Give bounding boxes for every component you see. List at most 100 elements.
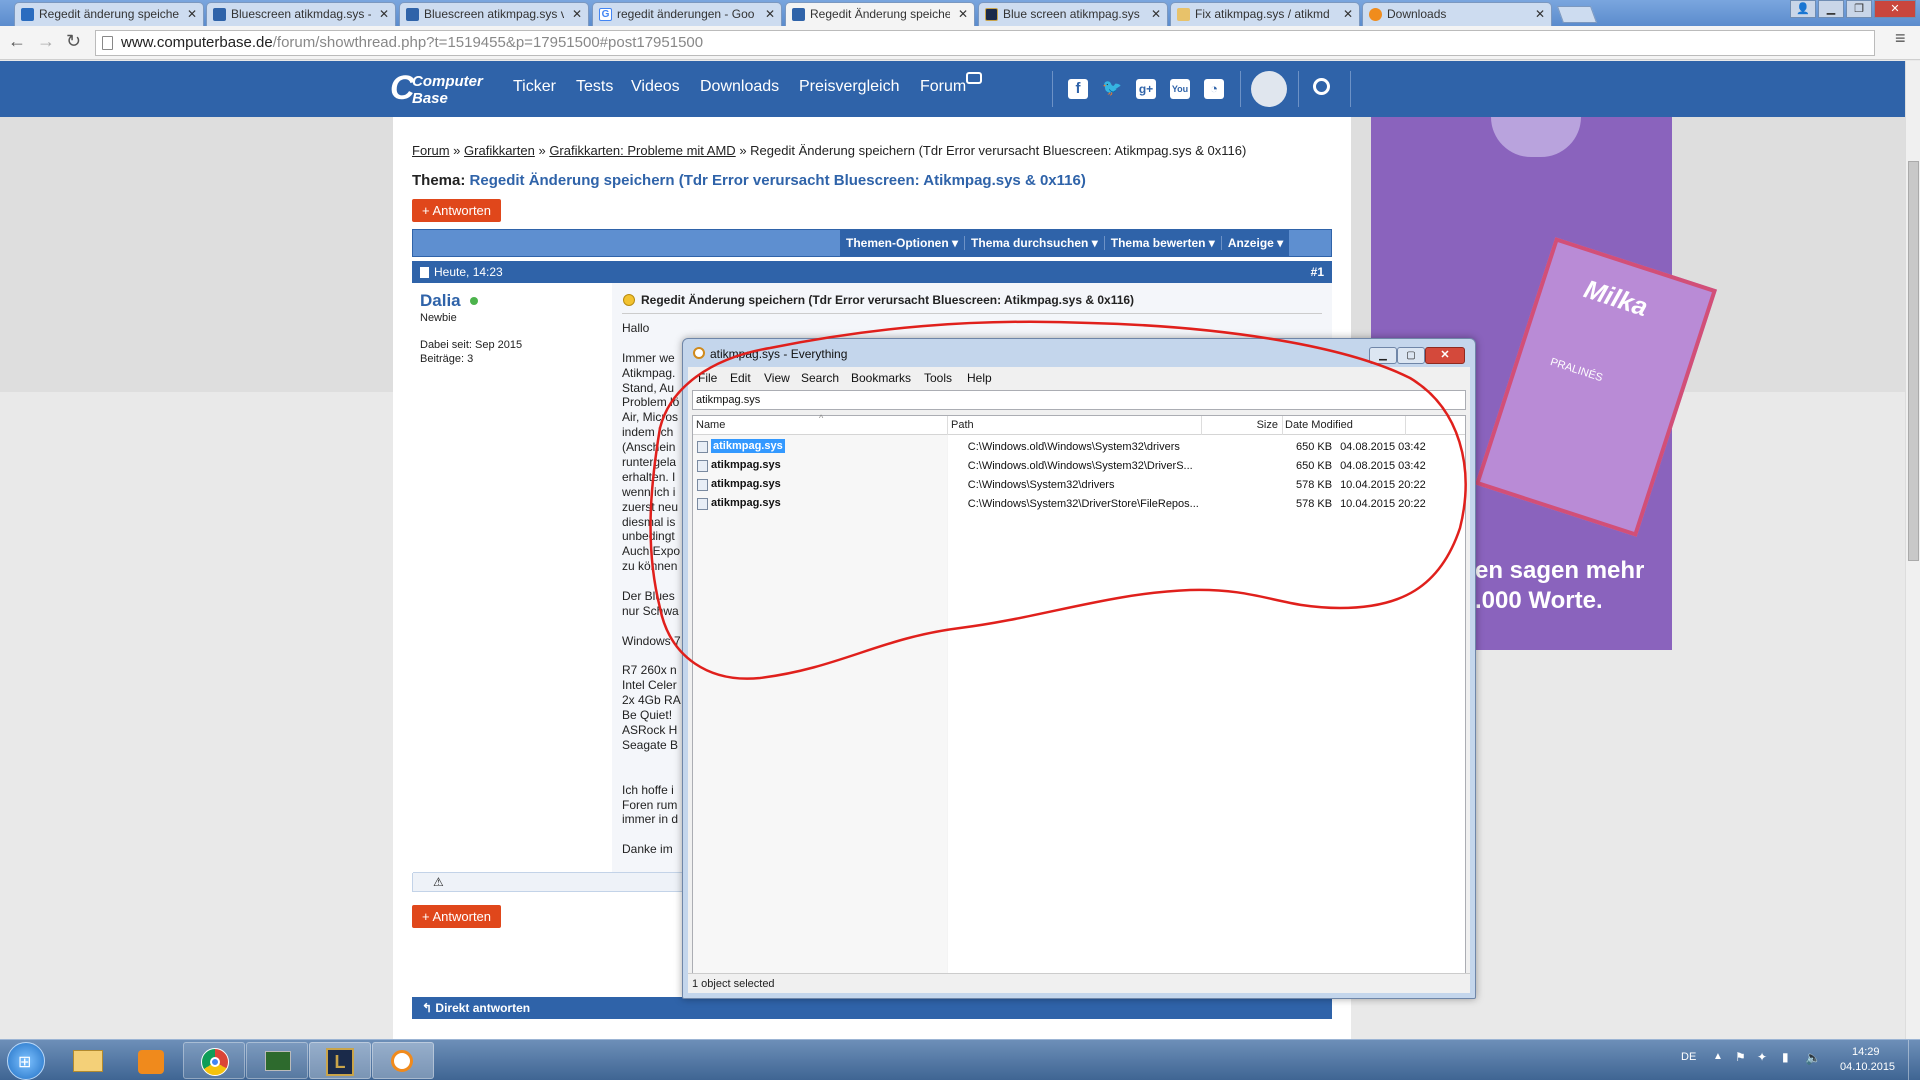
language-indicator[interactable]: DE (1681, 1051, 1696, 1063)
site-header: C Computer Base Ticker Tests Videos Down… (0, 61, 1905, 117)
tab-favicon-icon (21, 8, 34, 21)
network-icon[interactable]: ▮ (1782, 1050, 1789, 1064)
thread-search-menu[interactable]: Thema durchsuchen ▾ (965, 236, 1105, 250)
tab-close-icon[interactable]: ✕ (1151, 3, 1161, 25)
nav-preisvergleich[interactable]: Preisvergleich (799, 78, 899, 96)
start-button[interactable]: ⊞ (7, 1042, 45, 1080)
browser-tab[interactable]: Blue screen atikmpag.sys ✕ (978, 2, 1168, 26)
browser-tab[interactable]: Bluescreen atikmpag.sys v ✕ (399, 2, 589, 26)
taskbar-league[interactable]: L (309, 1042, 371, 1079)
site-logo[interactable]: C Computer Base (390, 68, 500, 112)
minimize-button[interactable]: ▁ (1818, 0, 1844, 18)
user-rank: Newbie (420, 312, 457, 324)
user-icon[interactable]: 👤 (1790, 0, 1816, 18)
browser-tab[interactable]: Regedit änderung speiche ✕ (14, 2, 204, 26)
tab-label: Downloads (1387, 7, 1447, 21)
thread-options-menu[interactable]: Themen-Optionen ▾ (840, 236, 966, 250)
action-center-icon[interactable]: ⚑ (1735, 1050, 1746, 1064)
nav-ticker[interactable]: Ticker (513, 78, 556, 96)
menu-label: Thema bewerten (1110, 236, 1206, 250)
chrome-center-icon (210, 1057, 220, 1067)
avatar-icon[interactable] (1251, 71, 1287, 107)
tab-close-icon[interactable]: ✕ (765, 3, 775, 25)
url-path: /forum/showthread.php?t=1519455&p=179515… (272, 34, 704, 51)
taskbar-everything[interactable] (372, 1042, 434, 1079)
divider (1240, 71, 1241, 107)
thread-toolbar-menu: Themen-Optionen ▾ Thema durchsuchen ▾ Them… (840, 230, 1290, 256)
clock-time[interactable]: 14:29 (1852, 1046, 1880, 1058)
nav-forum[interactable]: Forum (920, 78, 966, 96)
thread-title-text[interactable]: Regedit Änderung speichern (Tdr Error ve… (470, 172, 1086, 189)
show-desktop-button[interactable] (1908, 1040, 1920, 1080)
folder-icon (73, 1050, 103, 1072)
tab-close-icon[interactable]: ✕ (187, 3, 197, 25)
reply-button-bottom[interactable]: + Antworten (412, 905, 502, 928)
divider (1350, 71, 1351, 107)
taskbar-media-player[interactable] (120, 1042, 182, 1079)
post-text-line (622, 827, 681, 842)
menu-icon[interactable]: ≡ (1895, 28, 1906, 49)
post-text-line: Seagate B (622, 737, 679, 752)
taskbar-chrome[interactable] (183, 1042, 245, 1079)
forward-icon[interactable]: → (37, 31, 55, 52)
page-bg-band (1672, 117, 1905, 392)
reload-icon[interactable]: ↻ (66, 31, 81, 52)
googleplus-icon[interactable]: g+ (1136, 79, 1156, 99)
breadcrumb-link[interactable]: Grafikkarten (464, 143, 535, 158)
quick-reply-header[interactable]: ↰ Direkt antworten (412, 997, 1332, 1019)
tray-expand-icon[interactable]: ▲ (1713, 1051, 1723, 1062)
search-icon[interactable] (1313, 78, 1330, 95)
tab-label: Regedit änderung speiche (39, 7, 179, 21)
browser-tab[interactable]: Gregedit änderungen - Goo ✕ (592, 2, 782, 26)
url-input[interactable]: www.computerbase.de/forum/showthread.php… (95, 30, 1875, 56)
breadcrumb-link[interactable]: Forum (412, 143, 450, 158)
reply-arrow-icon: ↰ (422, 1001, 433, 1015)
breadcrumb-link[interactable]: Grafikkarten: Probleme mit AMD (549, 143, 735, 158)
reply-button[interactable]: + Antworten (412, 199, 502, 222)
post-text-line (622, 753, 681, 768)
page-scrollbar[interactable] (1905, 61, 1920, 1039)
red-circle-annotation (649, 320, 1467, 680)
user-posts: Beiträge: 3 (420, 353, 474, 365)
thread-display-menu[interactable]: Anzeige ▾ (1222, 236, 1289, 250)
taskbar-explorer[interactable] (57, 1042, 119, 1079)
close-button[interactable]: ✕ (1874, 0, 1916, 18)
nav-downloads[interactable]: Downloads (700, 78, 779, 96)
thread-rate-menu[interactable]: Thema bewerten ▾ (1104, 236, 1222, 250)
browser-tab-active[interactable]: Regedit Änderung speiche ✕ (785, 2, 975, 26)
browser-tab[interactable]: Downloads ✕ (1362, 2, 1552, 26)
logo-c-icon: C (390, 69, 415, 107)
taskbar-gpu-tool[interactable] (246, 1042, 308, 1079)
tab-close-icon[interactable]: ✕ (572, 3, 582, 25)
scrollbar-thumb[interactable] (1908, 161, 1919, 561)
browser-tab[interactable]: Fix atikmpag.sys / atikmd ✕ (1170, 2, 1360, 26)
tab-close-icon[interactable]: ✕ (1535, 3, 1545, 25)
nav-tests[interactable]: Tests (576, 78, 613, 96)
windows-taskbar: ⊞ L DE ▲ ⚑ ✦ ▮ 🔈 14:29 04.10.2015 (0, 1039, 1920, 1080)
youtube-icon[interactable]: You (1170, 79, 1190, 99)
status-text: 1 object selected (692, 978, 775, 990)
tab-close-icon[interactable]: ✕ (958, 3, 968, 25)
tray-app-icon[interactable]: ✦ (1757, 1050, 1767, 1064)
rss-icon[interactable]: ◔ (1204, 79, 1224, 99)
report-warning-icon[interactable]: ⚠ (433, 875, 444, 889)
username[interactable]: Dalia (420, 291, 461, 311)
monitor-icon (265, 1051, 291, 1071)
tab-close-icon[interactable]: ✕ (1343, 3, 1353, 25)
tab-close-icon[interactable]: ✕ (379, 3, 389, 25)
browser-tab[interactable]: Bluescreen atikmdag.sys - ✕ (206, 2, 396, 26)
divider (1298, 71, 1299, 107)
page-bg-band (0, 117, 393, 392)
twitter-icon[interactable]: 🐦 (1102, 79, 1122, 99)
post-text-line: Danke im (622, 842, 673, 857)
volume-icon[interactable]: 🔈 (1805, 1050, 1821, 1066)
back-icon[interactable]: ← (8, 31, 26, 52)
nav-videos[interactable]: Videos (631, 78, 680, 96)
quick-reply-label: Direkt antworten (435, 1001, 531, 1015)
facebook-icon[interactable]: f (1068, 79, 1088, 99)
clock-date[interactable]: 04.10.2015 (1840, 1061, 1895, 1073)
restore-button[interactable]: ❐ (1846, 0, 1872, 18)
ad-text: .000 Worte. (1475, 587, 1603, 614)
post-number[interactable]: #1 (1311, 261, 1324, 283)
new-tab-button[interactable] (1556, 6, 1598, 23)
